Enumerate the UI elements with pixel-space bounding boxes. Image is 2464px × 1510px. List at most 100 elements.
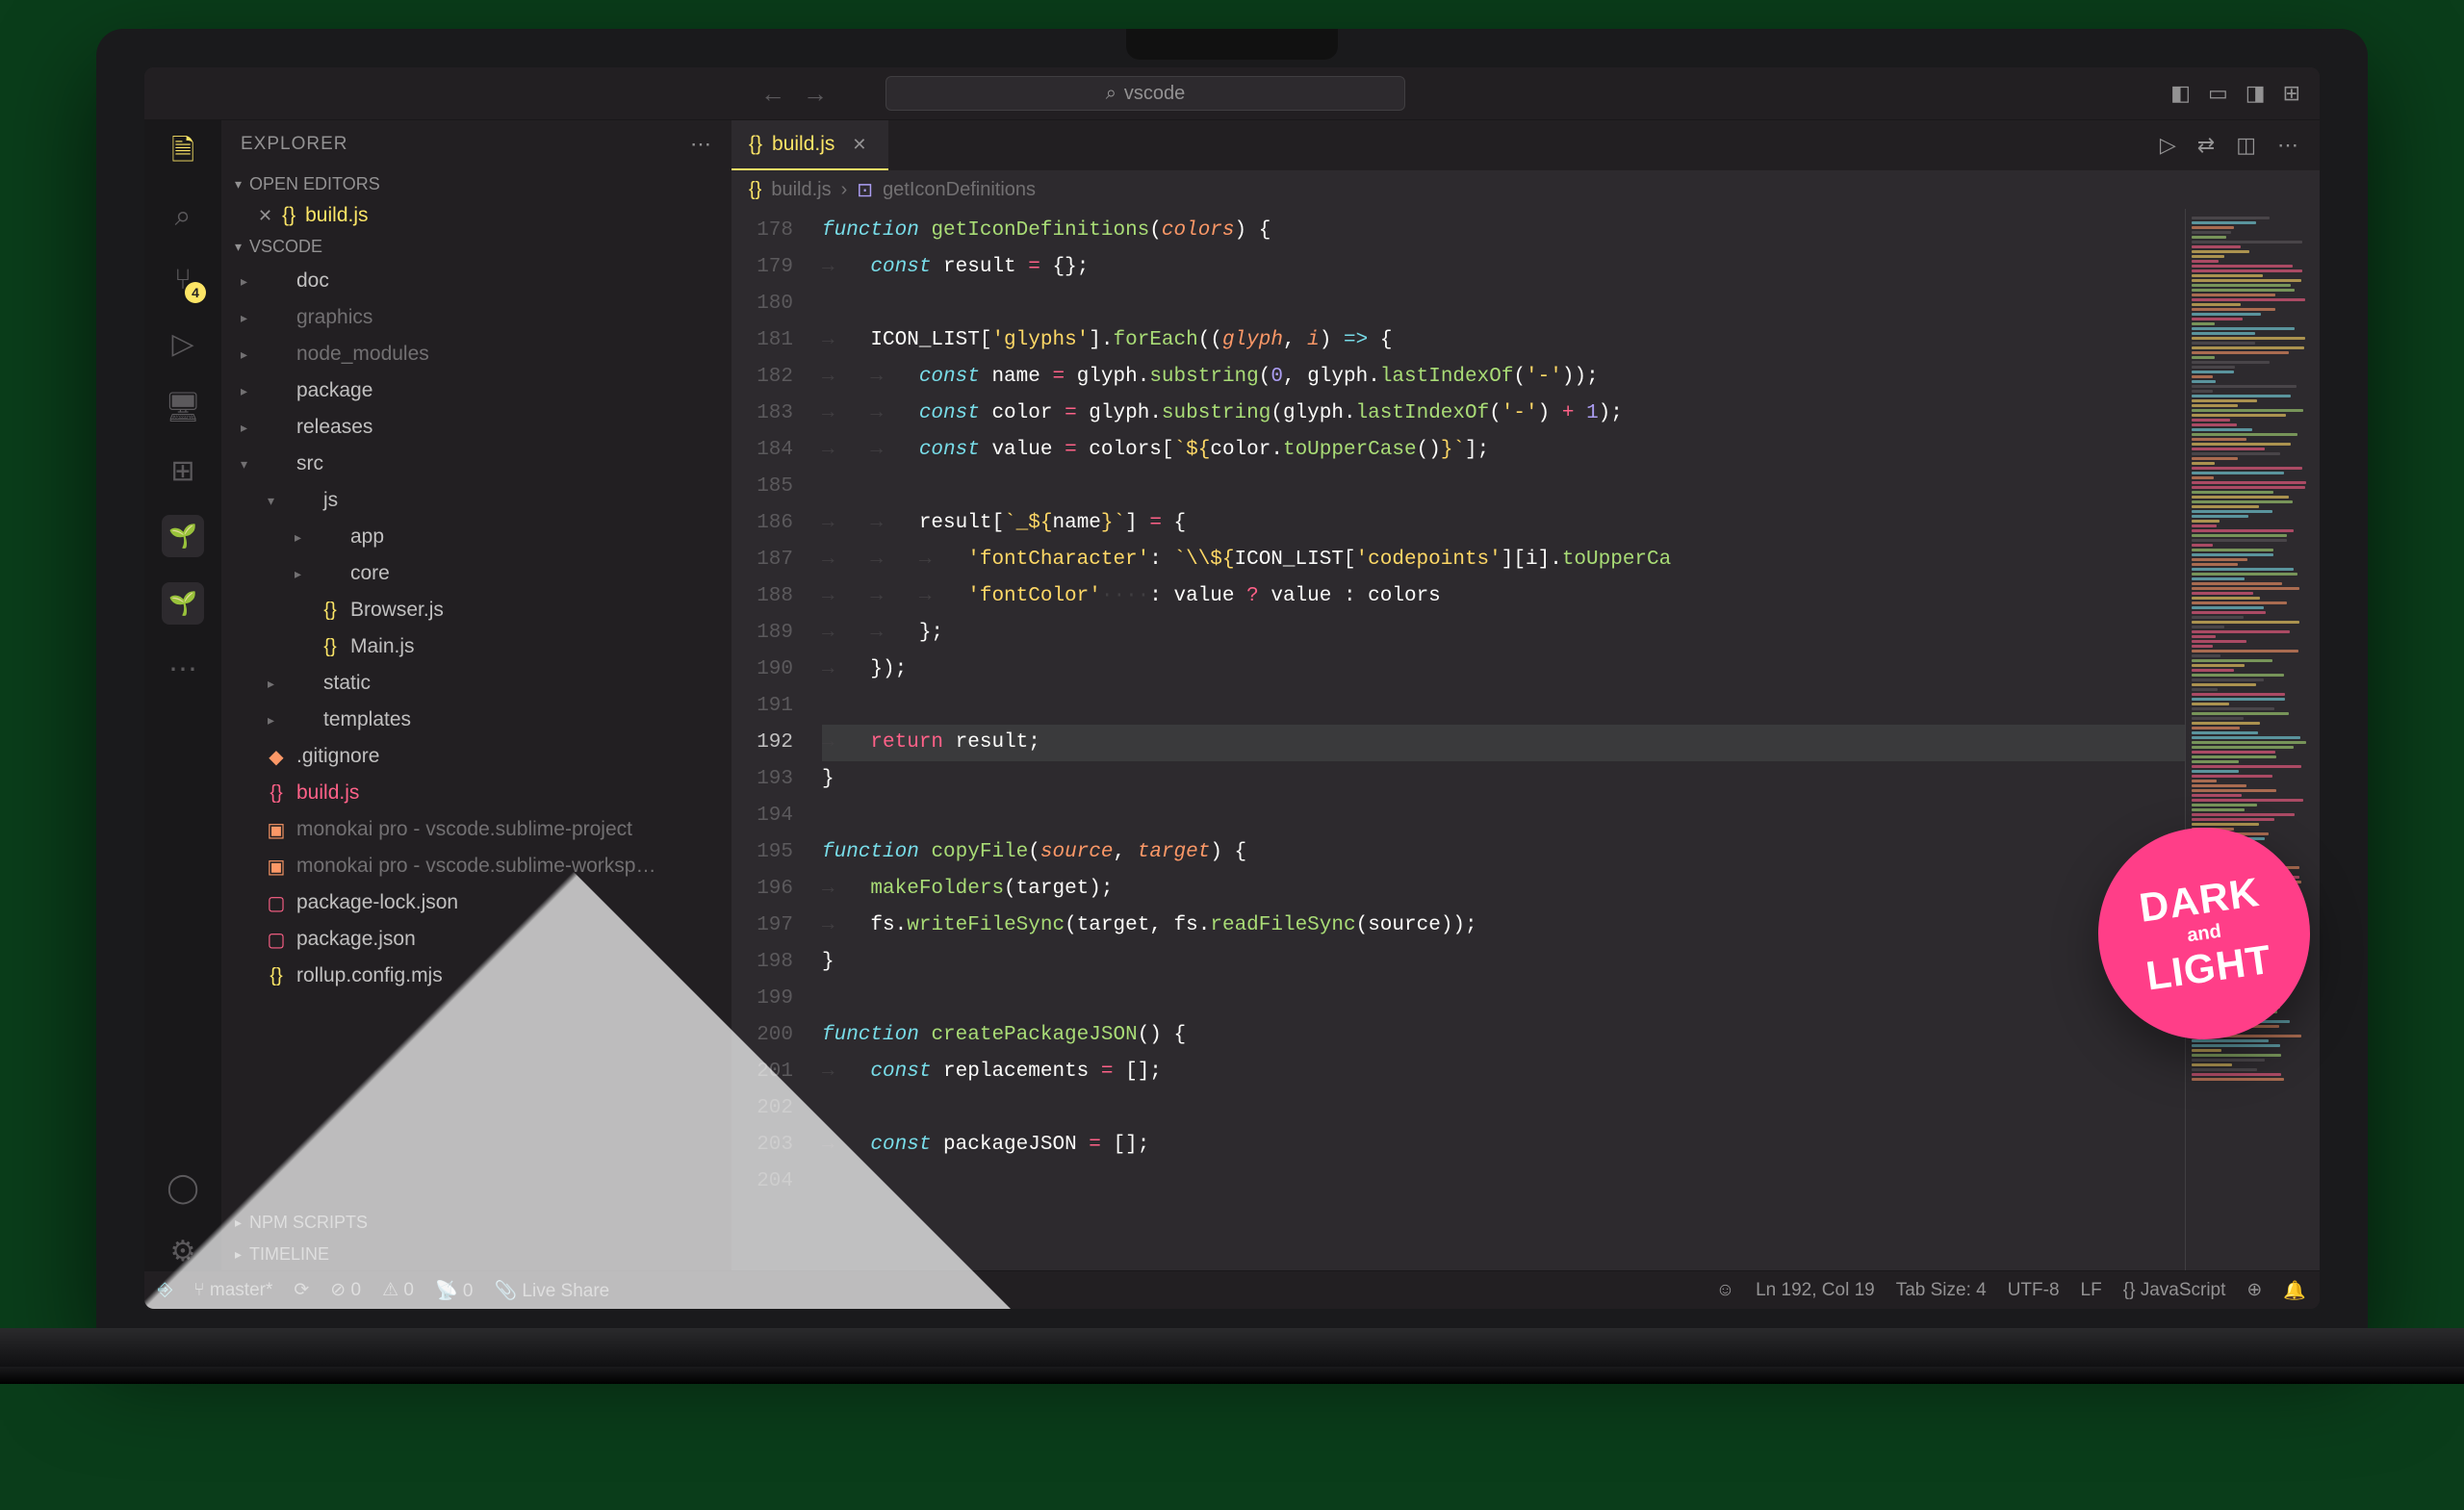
diff-icon[interactable]: ⇄: [2197, 133, 2215, 158]
chevron-right-icon: ▸: [241, 383, 256, 399]
folder-item[interactable]: ▾js: [221, 482, 732, 519]
folder-item[interactable]: ▸doc: [221, 263, 732, 299]
layout-primary-sidebar-icon[interactable]: ◧: [2170, 81, 2191, 106]
ports[interactable]: 📡 0: [435, 1279, 474, 1302]
minimap[interactable]: [2185, 209, 2320, 1270]
chevron-right-icon: ▸: [241, 346, 256, 363]
file-item[interactable]: {}Main.js: [221, 628, 732, 665]
chevron-right-icon: ▸: [241, 420, 256, 436]
open-editor-item[interactable]: ✕ {} build.js: [221, 200, 732, 231]
encoding[interactable]: UTF-8: [2008, 1280, 2060, 1301]
chevron-right-icon: ▸: [295, 529, 310, 546]
chevron-right-icon: ▸: [241, 310, 256, 326]
item-label: Main.js: [350, 635, 415, 658]
editor-more-icon[interactable]: ⋯: [2277, 133, 2298, 158]
breadcrumb-file: build.js: [771, 179, 831, 201]
file-item[interactable]: {}Browser.js: [221, 592, 732, 628]
layout-secondary-sidebar-icon[interactable]: ◨: [2246, 81, 2266, 106]
close-tab-icon[interactable]: ✕: [852, 135, 866, 155]
folder-item[interactable]: ▸app: [221, 519, 732, 555]
item-label: monokai pro - vscode.sublime-project: [296, 818, 632, 841]
git-file-icon: ◆: [266, 745, 287, 769]
folder-item[interactable]: ▸package: [221, 372, 732, 409]
extensions-icon[interactable]: ⊞: [164, 451, 202, 490]
folder-item[interactable]: ▸templates: [221, 702, 732, 738]
cursor-position[interactable]: Ln 192, Col 19: [1756, 1280, 1875, 1301]
item-label: rollup.config.mjs: [296, 964, 443, 987]
feedback-icon[interactable]: ☺: [1716, 1280, 1734, 1301]
open-editors-section[interactable]: ▾ OPEN EDITORS: [221, 168, 732, 200]
open-editor-filename: build.js: [305, 204, 368, 227]
folder-item[interactable]: ▸ node_modules: [221, 336, 732, 372]
git-branch[interactable]: ⑂ master*: [193, 1280, 272, 1301]
timeline-label: TIMELINE: [249, 1244, 329, 1265]
open-editors-label: OPEN EDITORS: [249, 174, 380, 194]
explorer-icon[interactable]: 🗎: [164, 134, 202, 172]
copilot-icon[interactable]: ⊕: [2246, 1279, 2262, 1301]
file-item[interactable]: {}build.js: [221, 775, 732, 811]
folder-item[interactable]: ▾src: [221, 446, 732, 482]
project-section[interactable]: ▾ VSCODE: [221, 231, 732, 263]
file-item[interactable]: ▢package-lock.json: [221, 884, 732, 921]
problems-errors[interactable]: ⊘ 0: [330, 1279, 361, 1301]
live-share[interactable]: 📎 Live Share: [494, 1279, 609, 1302]
npm-scripts-section[interactable]: ▸ NPM SCRIPTS: [221, 1207, 732, 1239]
js-file-icon: {}: [749, 179, 761, 201]
chevron-down-icon: ▾: [235, 239, 242, 255]
source-control-icon[interactable]: ⑂ 4: [164, 261, 202, 299]
account-icon[interactable]: ◯: [164, 1168, 202, 1207]
settings-gear-icon[interactable]: ⚙: [164, 1232, 202, 1270]
folder-item[interactable]: ▸graphics: [221, 299, 732, 336]
nav-forward-icon[interactable]: →: [803, 79, 828, 109]
folder-item[interactable]: ▸static: [221, 665, 732, 702]
folder-item[interactable]: ▸releases: [221, 409, 732, 446]
editor-group: {} build.js ✕ ▷ ⇄ ◫ ⋯ {} build.: [732, 120, 2320, 1270]
split-editor-icon[interactable]: ◫: [2236, 133, 2256, 158]
line-number-gutter[interactable]: 1781791801811821831841851861871881891901…: [732, 209, 808, 1270]
editor-tab[interactable]: {} build.js ✕: [732, 120, 888, 170]
chevron-down-icon: ▾: [268, 493, 283, 509]
js-file-icon: {}: [749, 133, 762, 156]
indentation[interactable]: Tab Size: 4: [1896, 1280, 1987, 1301]
item-label: templates: [323, 708, 411, 731]
extension-plant2-icon[interactable]: 🌱: [162, 582, 204, 625]
npm-scripts-label: NPM SCRIPTS: [249, 1213, 368, 1233]
project-name: VSCODE: [249, 237, 322, 257]
problems-warnings[interactable]: ⚠ 0: [382, 1279, 414, 1301]
chevron-right-icon: ›: [841, 179, 848, 201]
folder-item[interactable]: ▸core: [221, 555, 732, 592]
activity-bar: 🗎 ⌕ ⑂ 4 ▷ 🖥 ⊞ 🌱 🌱 ⋯ ◯ ⚙: [144, 120, 221, 1270]
explorer-title: EXPLORER: [241, 134, 347, 155]
file-item[interactable]: ▣monokai pro - vscode.sublime-worksp…: [221, 848, 732, 884]
remote-indicator-icon[interactable]: ⎆: [158, 1280, 172, 1301]
item-label: node_modules: [296, 343, 429, 366]
tab-filename: build.js: [772, 133, 834, 156]
customize-layout-icon[interactable]: ⊞: [2283, 81, 2300, 106]
eol[interactable]: LF: [2081, 1280, 2102, 1301]
sync-icon[interactable]: ⟳: [294, 1279, 309, 1301]
close-editor-icon[interactable]: ✕: [258, 206, 272, 226]
explorer-more-icon[interactable]: ⋯: [690, 132, 712, 157]
search-icon[interactable]: ⌕: [164, 197, 202, 236]
chevron-right-icon: ▸: [268, 676, 283, 692]
chevron-down-icon: ▾: [241, 456, 256, 473]
js-file-icon: {}: [266, 965, 287, 987]
layout-panel-icon[interactable]: ▭: [2208, 81, 2228, 106]
file-item[interactable]: ▣monokai pro - vscode.sublime-project: [221, 811, 732, 848]
breadcrumb[interactable]: {} build.js › ⊡ getIconDefinitions: [732, 170, 2320, 209]
nav-back-icon[interactable]: ←: [760, 79, 785, 109]
file-item[interactable]: ▢package.json: [221, 921, 732, 958]
code-editor[interactable]: function getIconDefinitions(colors) {→ c…: [808, 209, 2185, 1270]
item-label: monokai pro - vscode.sublime-worksp…: [296, 855, 655, 878]
more-icon[interactable]: ⋯: [164, 650, 202, 688]
notifications-icon[interactable]: 🔔: [2283, 1279, 2306, 1302]
remote-explorer-icon[interactable]: 🖥: [164, 388, 202, 426]
run-icon[interactable]: ▷: [2160, 133, 2176, 158]
command-center-search[interactable]: ⌕ vscode: [886, 76, 1405, 111]
run-debug-icon[interactable]: ▷: [164, 324, 202, 363]
file-item[interactable]: {} rollup.config.mjs: [221, 958, 732, 994]
timeline-section[interactable]: ▸ TIMELINE: [221, 1239, 732, 1270]
language-mode[interactable]: {} JavaScript: [2123, 1280, 2226, 1301]
extension-plant-icon[interactable]: 🌱: [162, 515, 204, 557]
file-item[interactable]: ◆.gitignore: [221, 738, 732, 775]
